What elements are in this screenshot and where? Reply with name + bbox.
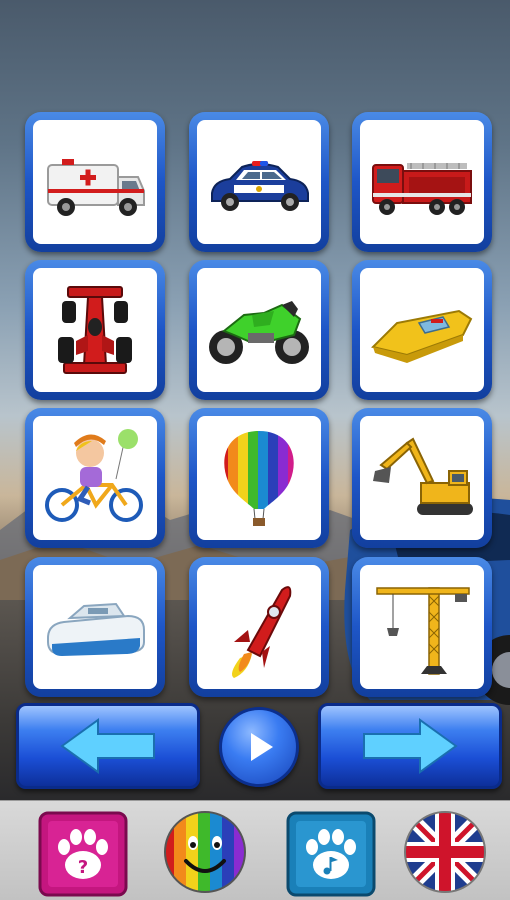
- left-arrow-icon: [60, 718, 155, 774]
- ambulance-icon: [47, 159, 145, 216]
- tile-hot-air-balloon[interactable]: [189, 408, 329, 548]
- right-arrow-icon: [363, 718, 458, 774]
- svg-text:?: ?: [78, 857, 88, 878]
- rocket-icon: [232, 586, 292, 678]
- tile-tower-crane[interactable]: [352, 557, 492, 697]
- quiz-mode-button[interactable]: ?: [38, 811, 128, 897]
- bottom-toolbar: ?: [0, 800, 510, 900]
- language-button[interactable]: [402, 809, 488, 895]
- colors-mode-button[interactable]: [162, 809, 248, 895]
- tile-ambulance[interactable]: [25, 112, 165, 252]
- rainbow-smiley-icon: [164, 811, 246, 893]
- tile-hovercraft[interactable]: [25, 557, 165, 697]
- tile-excavator[interactable]: [352, 408, 492, 548]
- tile-fire-truck[interactable]: [352, 112, 492, 252]
- hovercraft-icon: [47, 602, 145, 656]
- paw-question-icon: ?: [38, 811, 128, 897]
- previous-button[interactable]: [16, 703, 200, 789]
- police-car-icon: [211, 161, 309, 211]
- motorcycle-icon: [209, 301, 309, 364]
- tile-bicycle[interactable]: [25, 408, 165, 548]
- tile-police-car[interactable]: [189, 112, 329, 252]
- bicycle-icon: [45, 429, 143, 522]
- next-button[interactable]: [318, 703, 502, 789]
- tile-speedboat[interactable]: [352, 260, 492, 400]
- uk-flag-icon: [404, 811, 486, 893]
- tower-crane-icon: [376, 587, 470, 675]
- play-button[interactable]: [219, 707, 299, 787]
- sound-mode-button[interactable]: [286, 811, 376, 897]
- race-car-icon: [58, 286, 132, 374]
- speedboat-icon: [371, 309, 473, 363]
- hot-air-balloon-icon: [224, 431, 294, 526]
- paw-music-icon: [286, 811, 376, 897]
- fire-truck-icon: [372, 163, 472, 215]
- tile-motorcycle[interactable]: [189, 260, 329, 400]
- excavator-icon: [373, 437, 473, 515]
- tile-race-car[interactable]: [25, 260, 165, 400]
- play-icon: [251, 733, 273, 761]
- tile-rocket[interactable]: [189, 557, 329, 697]
